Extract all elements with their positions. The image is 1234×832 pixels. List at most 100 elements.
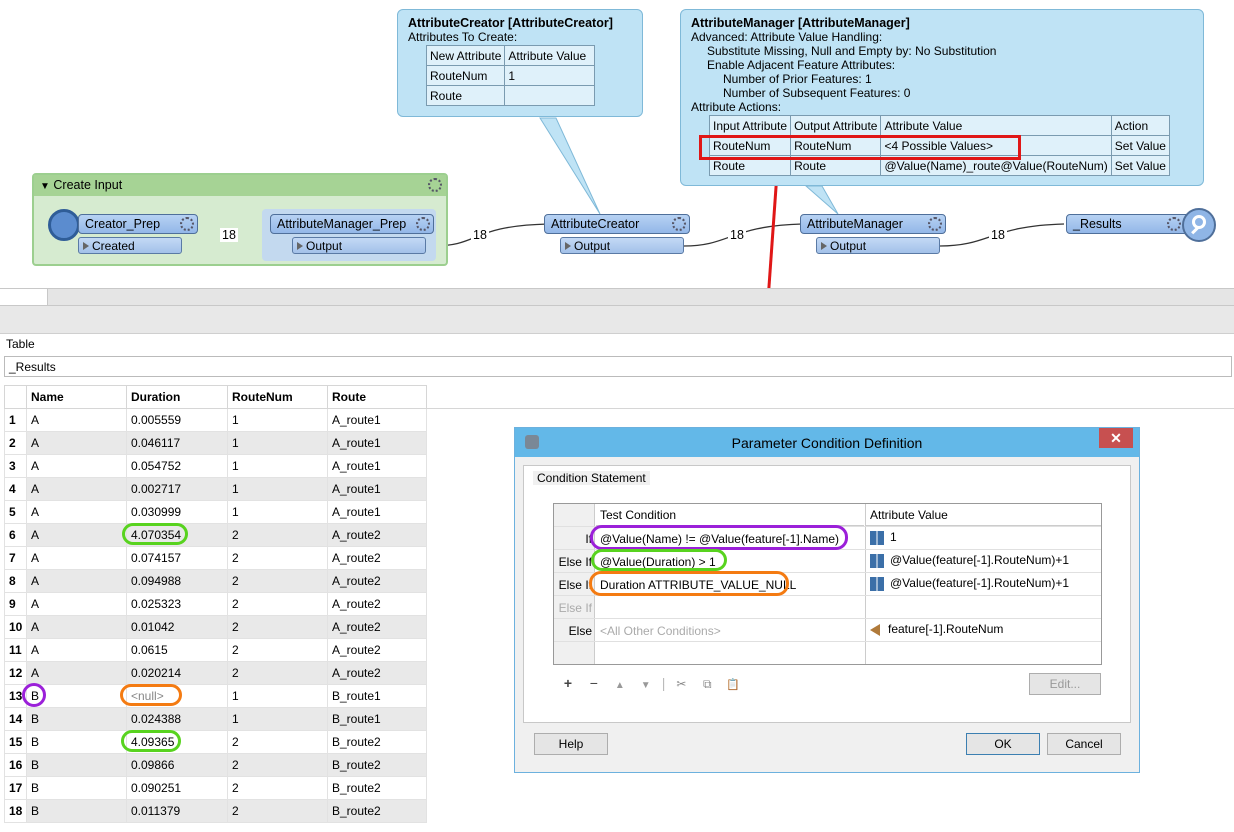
cut-icon[interactable]: ✂ [670,677,692,691]
add-icon[interactable]: + [557,675,579,691]
manager-callout-pointer [804,185,839,215]
cell-name: A [26,546,127,570]
table-row[interactable]: 8 A 0.094988 2 A_route2 [4,569,427,593]
table-cell: Set Value [1110,135,1170,156]
cell-route: B_route2 [327,799,427,823]
panel-tab[interactable] [0,289,48,305]
connection-2 [432,223,549,247]
table-row[interactable]: 11 A 0.0615 2 A_route2 [4,638,427,662]
move-up-icon[interactable]: ▲ [609,680,631,691]
table-row[interactable]: 13 B <null> 1 B_route1 [4,684,427,708]
row-number: 16 [4,753,27,777]
app-icon [525,435,539,449]
table-row[interactable]: 7 A 0.074157 2 A_route2 [4,546,427,570]
results-inspector[interactable]: _Results [1066,214,1190,234]
cell-duration: 0.020214 [126,661,228,685]
table-header: New Attribute [425,45,506,66]
cell-route: A_route2 [327,523,427,547]
column-header-routenum[interactable]: RouteNum [227,385,328,409]
cell-name: B [26,730,127,754]
attributemanager-transformer[interactable]: AttributeManager [800,214,946,234]
attributecreator-output-port[interactable]: Output [560,237,684,254]
test-condition-cell[interactable]: @Value(Name) != @Value(feature[-1].Name) [600,532,839,546]
gear-icon[interactable] [672,217,686,231]
row-number: 3 [4,454,27,478]
table-row[interactable]: 1 A 0.005559 1 A_route1 [4,408,427,432]
edit-button[interactable]: Edit... [1029,673,1101,695]
gear-icon[interactable] [428,178,442,192]
column-header-duration[interactable]: Duration [126,385,228,409]
creator-prep-transformer[interactable]: Creator_Prep [78,214,198,234]
cell-route: B_route2 [327,776,427,800]
attribute-value-cell[interactable]: @Value(feature[-1].RouteNum)+1 [870,553,1069,568]
cell-name: A [26,592,127,616]
cell-duration: 0.005559 [126,408,228,432]
collapse-triangle-icon[interactable]: ▼ [40,181,50,192]
table-row[interactable]: 3 A 0.054752 1 A_route1 [4,454,427,478]
cell-routenum: 2 [227,546,328,570]
table-row[interactable]: 6 A 4.070354 2 A_route2 [4,523,427,547]
cell-routenum: 1 [227,408,328,432]
cell-routenum: 2 [227,638,328,662]
table-row[interactable]: 5 A 0.030999 1 A_route1 [4,500,427,524]
row-label-if: If [585,532,592,546]
feature-count: 18 [989,228,1007,242]
attributemanager-output-port[interactable]: Output [816,237,940,254]
row-number: 5 [4,500,27,524]
gear-icon[interactable] [180,217,194,231]
cell-route: A_route2 [327,569,427,593]
table-row[interactable]: 9 A 0.025323 2 A_route2 [4,592,427,616]
table-row[interactable]: 4 A 0.002717 1 A_route1 [4,477,427,501]
gear-icon[interactable] [1167,217,1181,231]
copy-icon[interactable]: ⧉ [696,677,718,692]
row-number: 13 [4,684,27,708]
row-number: 4 [4,477,27,501]
cancel-button[interactable]: Cancel [1047,733,1121,755]
workspace-canvas[interactable]: AttributeCreator [AttributeCreator] Attr… [0,0,1234,290]
cell-name: A [26,431,127,455]
attributemanager-prep-transformer[interactable]: AttributeManager_Prep [270,214,434,234]
panel-splitter[interactable] [0,288,1234,306]
help-button[interactable]: Help [534,733,608,755]
table-row[interactable]: 12 A 0.020214 2 A_route2 [4,661,427,685]
test-condition-cell[interactable]: <All Other Conditions> [600,624,721,638]
created-port[interactable]: Created [78,237,182,254]
table-cell: RouteNum [425,65,506,86]
am-prep-output-port[interactable]: Output [292,237,426,254]
port-label: Output [830,239,867,253]
results-selector[interactable]: _Results [4,356,1232,377]
attribute-value-cell[interactable]: @Value(feature[-1].RouteNum)+1 [870,576,1069,591]
attribute-value-cell[interactable]: 1 [870,530,897,545]
column-header-name[interactable]: Name [26,385,127,409]
ok-button[interactable]: OK [966,733,1040,755]
test-condition-header: Test Condition [596,504,864,526]
cell-routenum: 2 [227,799,328,823]
gear-icon[interactable] [928,217,942,231]
row-label-else-if: Else If [558,555,592,569]
attributecreator-transformer[interactable]: AttributeCreator [544,214,690,234]
attribute-actions-table: Input Attribute Output Attribute Attribu… [708,115,1170,176]
test-condition-cell[interactable]: @Value(Duration) > 1 [600,555,716,569]
table-row[interactable]: 14 B 0.024388 1 B_route1 [4,707,427,731]
table-header-row: Name Duration RouteNum Route [4,385,427,409]
port-label: Created [92,239,135,253]
expression-icon [870,530,884,545]
table-row[interactable]: 10 A 0.01042 2 A_route2 [4,615,427,639]
move-down-icon[interactable]: ▼ [635,680,657,691]
table-row[interactable]: 16 B 0.09866 2 B_route2 [4,753,427,777]
row-number: 10 [4,615,27,639]
dialog-titlebar[interactable]: Parameter Condition Definition ✕ [515,428,1139,457]
attribute-value-cell[interactable]: feature[-1].RouteNum [870,622,1003,636]
cell-duration: 0.046117 [126,431,228,455]
table-row[interactable]: 17 B 0.090251 2 B_route2 [4,776,427,800]
gear-icon[interactable] [416,217,430,231]
remove-icon[interactable]: − [583,675,605,691]
table-row[interactable]: 15 B 4.09365 2 B_route2 [4,730,427,754]
paste-icon[interactable]: 📋 [722,678,744,691]
table-row[interactable]: 18 B 0.011379 2 B_route2 [4,799,427,823]
bookmark-header[interactable]: ▼ Create Input [34,175,446,196]
test-condition-cell[interactable]: Duration ATTRIBUTE_VALUE_NULL [600,578,796,592]
column-header-route[interactable]: Route [327,385,427,409]
table-row[interactable]: 2 A 0.046117 1 A_route1 [4,431,427,455]
close-button[interactable]: ✕ [1099,428,1133,448]
